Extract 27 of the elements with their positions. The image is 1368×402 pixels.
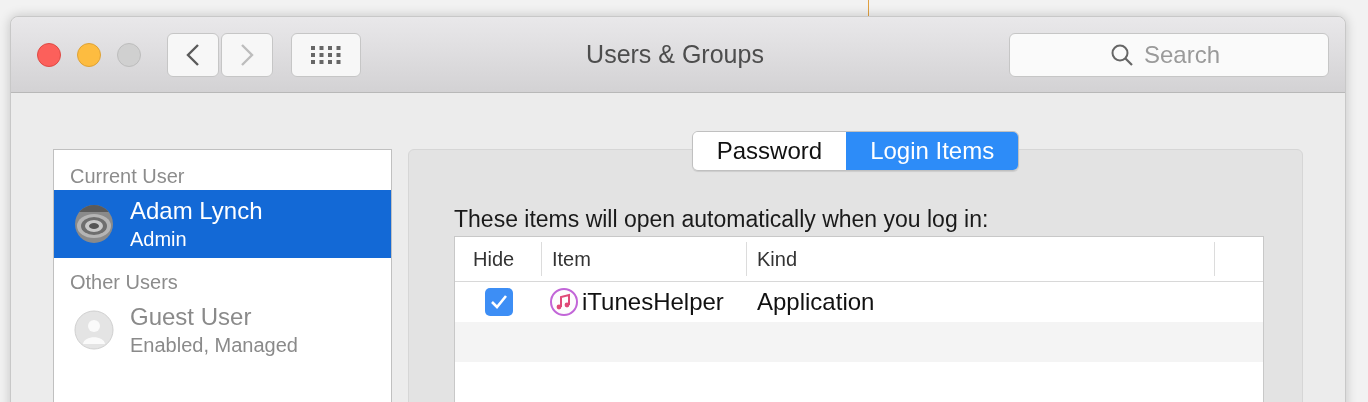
window-title: Users & Groups bbox=[586, 38, 764, 70]
user-name: Guest User bbox=[130, 305, 253, 329]
user-row[interactable]: Adam Lynch Admin bbox=[54, 190, 391, 258]
user-role: Enabled, Managed bbox=[130, 335, 298, 355]
back-button[interactable] bbox=[167, 32, 219, 77]
silhouette-icon bbox=[74, 310, 114, 350]
grid-icon bbox=[311, 45, 341, 64]
search-icon bbox=[1110, 42, 1134, 67]
column-header[interactable]: Item bbox=[542, 242, 747, 276]
section-heading: Other Users bbox=[69, 270, 179, 295]
intro-text: These items will open automatically when you log in: bbox=[454, 208, 990, 231]
minimize-button[interactable] bbox=[77, 42, 101, 67]
item-name: iTunesHelper bbox=[582, 287, 724, 317]
user-role: Admin bbox=[130, 229, 188, 249]
checkbox[interactable] bbox=[484, 288, 513, 316]
checkmark-icon bbox=[489, 294, 508, 310]
search-field[interactable]: Search bbox=[1144, 36, 1228, 73]
music-note-icon bbox=[550, 288, 578, 316]
grid-button[interactable] bbox=[291, 32, 361, 77]
user-name: Adam Lynch bbox=[130, 199, 263, 223]
column-header[interactable]: Kind bbox=[747, 242, 1215, 276]
section-heading: Current User bbox=[69, 164, 186, 189]
search-bar[interactable]: Search bbox=[1009, 32, 1329, 77]
close-button[interactable] bbox=[37, 42, 61, 67]
tab[interactable]: Password bbox=[692, 132, 847, 170]
item-kind: Application bbox=[756, 287, 875, 317]
column-header[interactable]: Hide bbox=[455, 242, 542, 276]
